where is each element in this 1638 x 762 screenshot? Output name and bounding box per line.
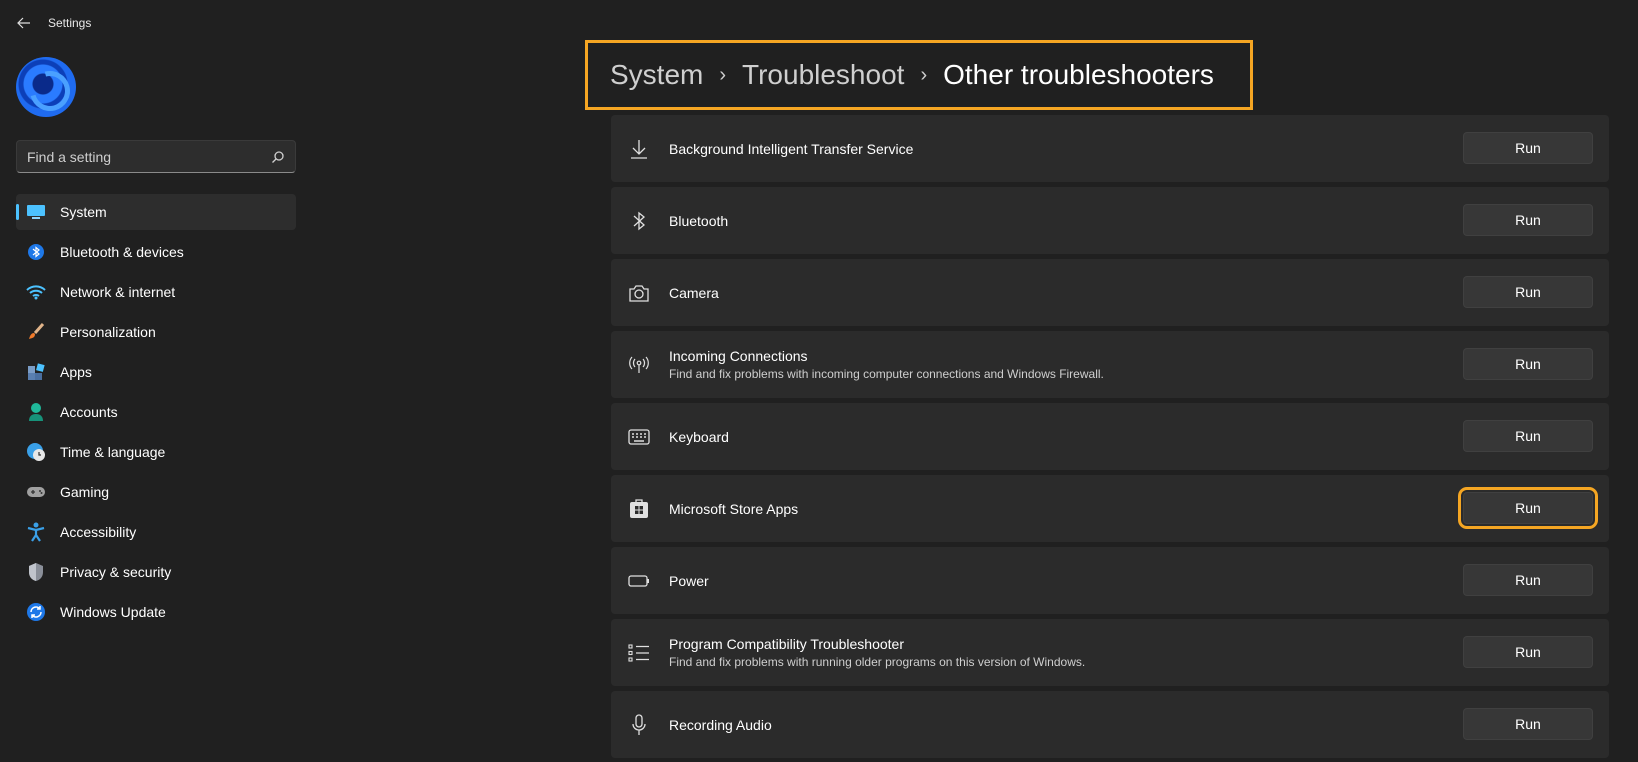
search-icon[interactable] <box>271 150 285 164</box>
breadcrumb-troubleshoot[interactable]: Troubleshoot <box>742 59 904 91</box>
sidebar-item-label: Accounts <box>60 404 118 420</box>
monitor-icon <box>26 202 46 222</box>
back-arrow-icon <box>17 17 30 29</box>
troubleshooter-incoming-connections: Incoming Connections Find and fix proble… <box>611 331 1609 398</box>
microphone-icon <box>627 713 651 737</box>
shield-icon <box>26 562 46 582</box>
person-icon <box>26 402 46 422</box>
troubleshooter-title: Camera <box>669 284 719 301</box>
sidebar-item-label: Personalization <box>60 324 156 340</box>
troubleshooter-keyboard: Keyboard Run <box>611 403 1609 470</box>
search-input[interactable] <box>27 148 271 165</box>
sidebar-item-gaming[interactable]: Gaming <box>16 474 296 510</box>
page-title: Other troubleshooters <box>943 59 1214 90</box>
store-icon <box>627 497 651 521</box>
bluetooth-icon <box>627 209 651 233</box>
troubleshooter-bits: Background Intelligent Transfer Service … <box>611 115 1609 182</box>
troubleshooter-recording-audio: Recording Audio Run <box>611 691 1609 758</box>
accessibility-icon <box>26 522 46 542</box>
run-button[interactable]: Run <box>1463 636 1593 668</box>
troubleshooter-title: Keyboard <box>669 428 729 445</box>
breadcrumb-system[interactable]: System <box>610 59 703 91</box>
troubleshooter-title: Recording Audio <box>669 716 772 733</box>
troubleshooter-store-apps: Microsoft Store Apps Run <box>611 475 1609 542</box>
chevron-right-icon: › <box>719 63 727 86</box>
sidebar-item-label: Bluetooth & devices <box>60 244 184 260</box>
clock-globe-icon <box>26 442 46 462</box>
sidebar-item-personalization[interactable]: Personalization <box>16 314 296 350</box>
sidebar-item-accessibility[interactable]: Accessibility <box>16 514 296 550</box>
run-button[interactable]: Run <box>1463 420 1593 452</box>
chevron-right-icon: › <box>920 63 928 86</box>
troubleshooter-title: Incoming Connections <box>669 348 808 364</box>
app-title: Settings <box>48 16 92 30</box>
troubleshooter-title: Power <box>669 572 709 589</box>
sidebar-item-label: Gaming <box>60 484 110 500</box>
sidebar-item-bluetooth[interactable]: Bluetooth & devices <box>16 234 296 270</box>
troubleshooter-camera: Camera Run <box>611 259 1609 326</box>
sidebar-item-system[interactable]: System <box>16 194 296 230</box>
keyboard-icon <box>627 425 651 449</box>
user-avatar[interactable] <box>16 57 76 117</box>
troubleshooter-program-compatibility: Program Compatibility Troubleshooter Fin… <box>611 619 1609 686</box>
troubleshooter-list: Background Intelligent Transfer Service … <box>611 115 1609 762</box>
troubleshooter-title: Microsoft Store Apps <box>669 500 799 517</box>
gamepad-icon <box>26 482 46 502</box>
troubleshooter-bluetooth: Bluetooth Run <box>611 187 1609 254</box>
brush-icon <box>26 322 46 342</box>
sidebar-item-label: Apps <box>60 364 92 380</box>
run-button[interactable]: Run <box>1463 132 1593 164</box>
download-icon <box>627 137 651 161</box>
sidebar-item-network[interactable]: Network & internet <box>16 274 296 310</box>
sidebar-item-privacy[interactable]: Privacy & security <box>16 554 296 590</box>
update-icon <box>26 602 46 622</box>
sidebar-item-accounts[interactable]: Accounts <box>16 394 296 430</box>
run-button[interactable]: Run <box>1463 564 1593 596</box>
sidebar-item-label: Network & internet <box>60 284 176 300</box>
wifi-icon <box>26 282 46 302</box>
bluetooth-icon <box>26 242 46 262</box>
sidebar-item-time-language[interactable]: Time & language <box>16 434 296 470</box>
troubleshooter-description: Find and fix problems with running older… <box>669 655 1086 669</box>
troubleshooter-description: Find and fix problems with incoming comp… <box>669 367 1104 381</box>
sidebar-item-apps[interactable]: Apps <box>16 354 296 390</box>
apps-icon <box>26 362 46 382</box>
battery-icon <box>627 569 651 593</box>
back-button[interactable] <box>13 12 35 34</box>
run-button[interactable]: Run <box>1458 487 1598 529</box>
title-bar: Settings <box>0 0 320 46</box>
breadcrumb: System › Troubleshoot › Other troublesho… <box>585 40 1253 110</box>
troubleshooter-title: Program Compatibility Troubleshooter <box>669 636 904 652</box>
sidebar-item-label: System <box>60 204 107 220</box>
camera-icon <box>627 281 651 305</box>
troubleshooter-power: Power Run <box>611 547 1609 614</box>
sidebar-item-label: Time & language <box>60 444 166 460</box>
run-button[interactable]: Run <box>1463 204 1593 236</box>
sidebar-item-windows-update[interactable]: Windows Update <box>16 594 296 630</box>
sidebar-nav: System Bluetooth & devices Network & int… <box>16 194 296 634</box>
sidebar-item-label: Privacy & security <box>60 564 172 580</box>
sidebar-item-label: Windows Update <box>60 604 166 620</box>
sidebar-item-label: Accessibility <box>60 524 137 540</box>
run-button[interactable]: Run <box>1463 276 1593 308</box>
troubleshooter-title: Bluetooth <box>669 212 729 229</box>
antenna-icon <box>627 353 651 377</box>
search-box[interactable] <box>16 140 296 173</box>
run-button[interactable]: Run <box>1463 348 1593 380</box>
run-button[interactable]: Run <box>1463 708 1593 740</box>
list-icon <box>627 641 651 665</box>
troubleshooter-title: Background Intelligent Transfer Service <box>669 140 914 157</box>
